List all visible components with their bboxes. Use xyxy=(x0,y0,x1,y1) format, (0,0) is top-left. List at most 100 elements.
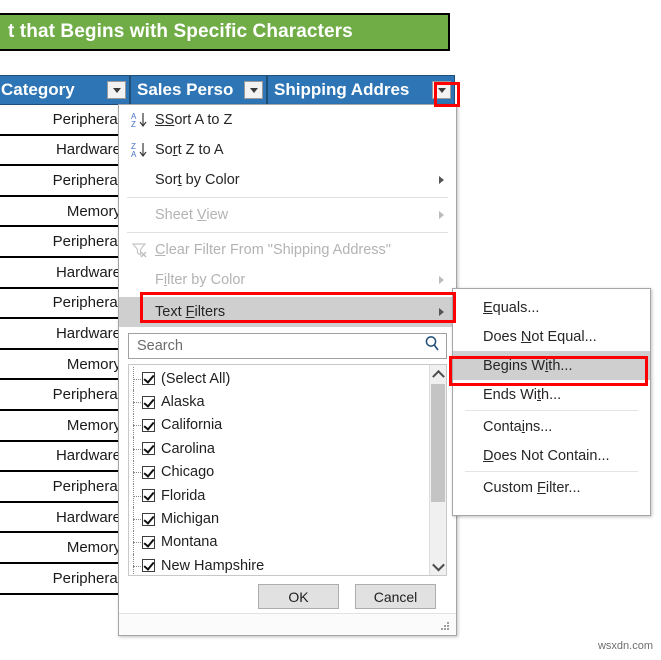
scrollbar-track[interactable] xyxy=(430,382,446,558)
menu-divider xyxy=(127,232,448,233)
filter-dropdown-icon-shipping-address[interactable] xyxy=(432,81,451,99)
page-title: t that Begins with Specific Characters xyxy=(8,21,353,42)
column-header-sales-person[interactable]: Sales Perso xyxy=(130,75,267,105)
checkbox[interactable] xyxy=(142,535,155,549)
table-row[interactable]: Hardware xyxy=(0,257,133,289)
list-item[interactable]: New Hampshire xyxy=(129,554,429,575)
menu-item-sort-by-color[interactable]: Sort by Color xyxy=(119,165,456,195)
list-item[interactable]: Chicago xyxy=(129,460,429,484)
menu-item-label: Text Filters xyxy=(155,304,226,320)
submenu-arrow-icon xyxy=(439,308,444,316)
menu-item-sort-z-to-a[interactable]: Z A Sort Z to A xyxy=(119,135,456,165)
submenu-arrow-icon xyxy=(439,176,444,184)
table-row[interactable]: Memory xyxy=(0,533,133,564)
search-box[interactable] xyxy=(128,333,447,359)
table-row[interactable]: Peripheral xyxy=(0,227,133,258)
list-item[interactable]: Montana xyxy=(129,530,429,555)
ok-button[interactable]: OK xyxy=(258,584,339,609)
svg-text:Z: Z xyxy=(131,120,136,129)
checkbox[interactable] xyxy=(142,395,155,409)
list-item-label: California xyxy=(161,417,223,434)
checkbox[interactable] xyxy=(142,418,155,432)
sort-az-icon: A Z xyxy=(125,111,155,129)
list-scrollbar[interactable] xyxy=(429,365,446,575)
scroll-up-icon[interactable] xyxy=(430,365,446,383)
submenu-item-begins-with[interactable]: Begins With... xyxy=(453,351,650,380)
table-row[interactable]: Peripheral xyxy=(0,166,133,197)
column-header-category[interactable]: Category xyxy=(0,75,130,105)
submenu-item-equals[interactable]: Equals... xyxy=(453,293,650,322)
menu-item-text-filters[interactable]: Text Filters xyxy=(119,297,456,327)
checkbox[interactable] xyxy=(142,442,155,456)
cell-value: Hardware xyxy=(55,447,121,465)
search-input[interactable] xyxy=(135,337,424,355)
checkbox[interactable] xyxy=(142,465,155,479)
filter-value-list-items: (Select All) Alaska California Carolina … xyxy=(129,365,429,575)
submenu-item-label: Contains... xyxy=(483,418,553,435)
scroll-down-icon[interactable] xyxy=(430,558,446,575)
list-item[interactable]: California xyxy=(129,413,429,438)
table-row[interactable]: Hardware xyxy=(0,135,133,167)
table-row[interactable]: Peripheral xyxy=(0,380,133,411)
checkbox[interactable] xyxy=(142,372,155,386)
table-row[interactable]: Peripheral xyxy=(0,472,133,503)
submenu-divider xyxy=(465,410,638,411)
checkbox[interactable] xyxy=(142,489,155,503)
table-row[interactable]: Hardware xyxy=(0,441,133,473)
menu-item-label: Sort Z to A xyxy=(155,142,224,158)
table-row[interactable]: Memory xyxy=(0,349,133,381)
submenu-item-custom-filter[interactable]: Custom Filter... xyxy=(453,473,650,502)
submenu-item-does-not-equal[interactable]: Does Not Equal... xyxy=(453,322,650,351)
list-item-label: Chicago xyxy=(161,464,215,481)
column-header-label: Sales Perso xyxy=(137,80,234,99)
submenu-item-label: Begins With... xyxy=(483,357,573,374)
cancel-button[interactable]: Cancel xyxy=(355,584,436,609)
table-row[interactable]: Memory xyxy=(0,196,133,228)
list-item[interactable]: Florida xyxy=(129,483,429,508)
submenu-item-label: Custom Filter... xyxy=(483,479,581,496)
table-row[interactable]: Peripheral xyxy=(0,288,133,320)
search-icon[interactable] xyxy=(424,335,441,357)
filter-dropdown-icon-category[interactable] xyxy=(107,81,126,99)
table-row[interactable]: Hardware xyxy=(0,319,133,350)
menu-divider xyxy=(127,197,448,198)
submenu-item-label: Does Not Contain... xyxy=(483,447,610,464)
column-header-label: Category xyxy=(1,80,75,99)
column-header-label: Shipping Addres xyxy=(274,80,410,99)
checkbox[interactable] xyxy=(142,512,155,526)
list-item[interactable]: Carolina xyxy=(129,437,429,461)
list-item-label: Florida xyxy=(161,487,206,504)
table-header-row: Category Sales Perso Shipping Addres xyxy=(0,75,455,105)
cell-value: Hardware xyxy=(55,324,121,342)
cell-value: Peripheral xyxy=(52,386,121,404)
table-row[interactable]: Hardware xyxy=(0,502,133,534)
filter-value-list[interactable]: (Select All) Alaska California Carolina … xyxy=(128,364,447,576)
menu-item-label: Clear Filter From "Shipping Address" xyxy=(155,242,391,258)
list-item-label: Carolina xyxy=(161,440,215,457)
scrollbar-thumb[interactable] xyxy=(431,384,445,502)
list-item-label: New Hampshire xyxy=(161,557,265,574)
submenu-item-ends-with[interactable]: Ends With... xyxy=(453,380,650,409)
menu-item-sort-a-to-z[interactable]: A Z SSort A to Z xyxy=(119,105,456,135)
checkbox[interactable] xyxy=(142,559,155,573)
table-row[interactable]: Peripheral xyxy=(0,563,133,595)
cell-value: Peripheral xyxy=(52,569,121,587)
filter-dropdown-icon-sales-person[interactable] xyxy=(244,81,263,99)
submenu-item-does-not-contain[interactable]: Does Not Contain... xyxy=(453,441,650,470)
menu-item-clear-filter: Clear Filter From "Shipping Address" xyxy=(119,235,456,265)
list-item[interactable]: Alaska xyxy=(129,390,429,414)
watermark: wsxdn.com xyxy=(597,640,653,652)
cell-value: Hardware xyxy=(55,141,121,159)
submenu-item-contains[interactable]: Contains... xyxy=(453,412,650,441)
cell-value: Peripheral xyxy=(52,477,121,495)
submenu-divider xyxy=(465,471,638,472)
column-header-shipping-address[interactable]: Shipping Addres xyxy=(267,75,455,105)
table-row[interactable]: Memory xyxy=(0,410,133,442)
resize-grip-icon[interactable] xyxy=(441,622,450,631)
table-row[interactable]: Peripheral xyxy=(0,105,133,136)
list-item-label: Alaska xyxy=(161,394,205,411)
cell-value: Memory xyxy=(66,416,121,434)
menu-item-label: Filter by Color xyxy=(155,272,246,288)
list-item[interactable]: (Select All) xyxy=(129,367,429,391)
list-item[interactable]: Michigan xyxy=(129,507,429,531)
